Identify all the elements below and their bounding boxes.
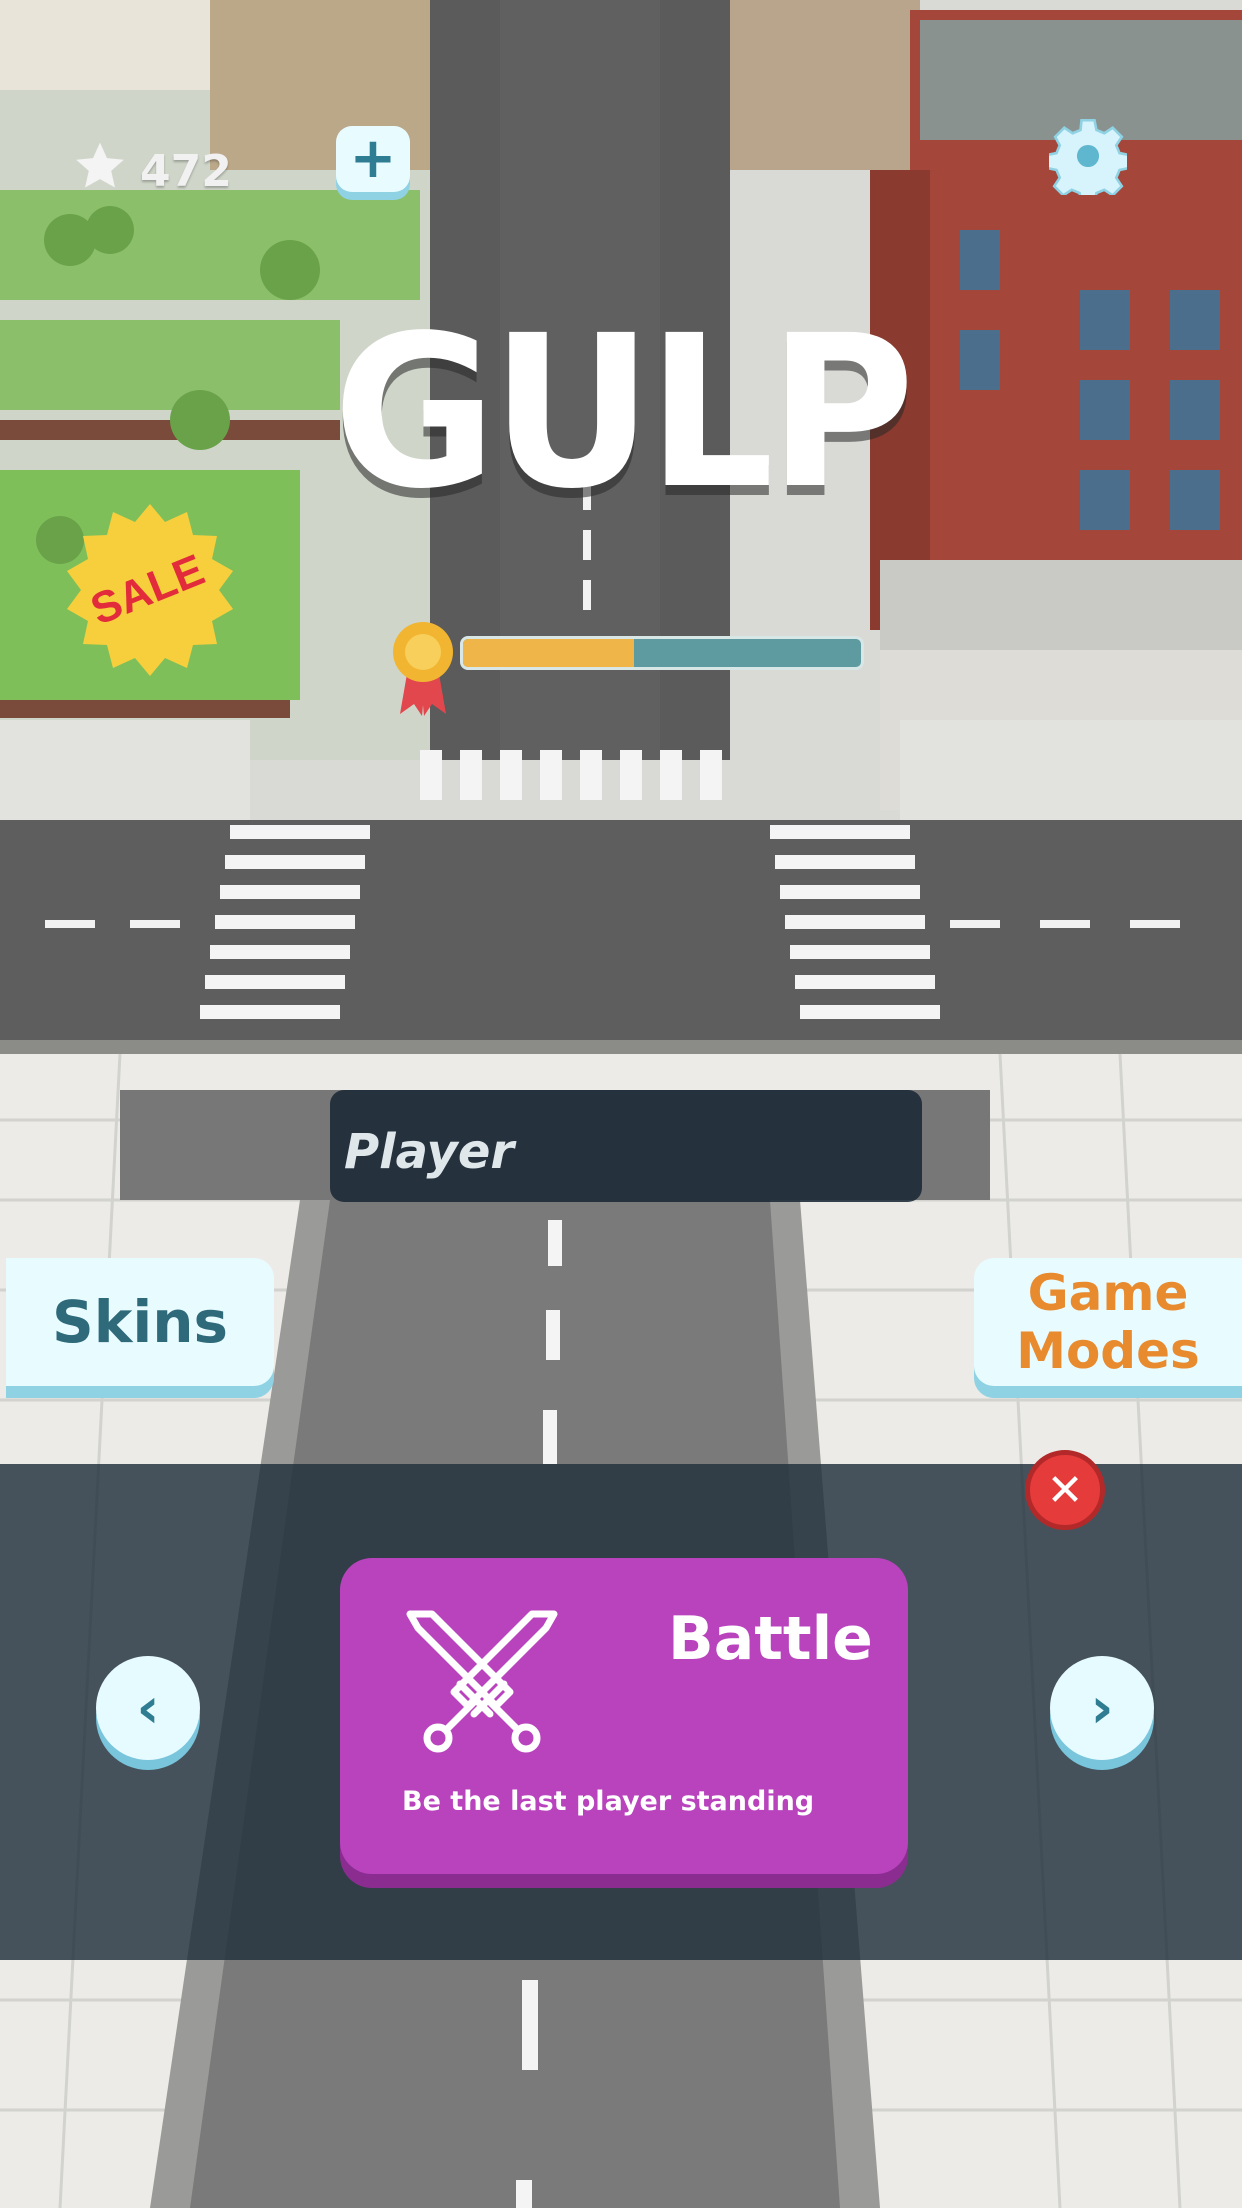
game-modes-button[interactable]: Game Modes [974, 1258, 1242, 1386]
crossed-swords-icon [392, 1604, 572, 1764]
star-icon [72, 138, 128, 205]
chevron-right-icon: › [1090, 1675, 1114, 1741]
next-mode-button[interactable]: › [1050, 1656, 1154, 1760]
medal-icon [390, 618, 456, 718]
previous-mode-button[interactable]: ‹ [96, 1656, 200, 1760]
coin-counter: 472 [72, 138, 232, 205]
mode-title: Battle [668, 1604, 873, 1674]
gear-icon [1045, 117, 1131, 205]
progress-fill [463, 639, 635, 667]
sale-badge[interactable]: SALE [60, 500, 240, 680]
game-title: GULP [332, 290, 915, 535]
game-modes-label-line1: Game [1027, 1264, 1189, 1322]
add-coins-button[interactable]: + [336, 126, 410, 192]
mode-description: Be the last player standing [402, 1786, 815, 1817]
settings-button[interactable] [1045, 117, 1131, 205]
close-icon: ✕ [1046, 1464, 1084, 1516]
chevron-left-icon: ‹ [136, 1675, 160, 1741]
player-name: Player [344, 1124, 515, 1180]
game-modes-label-line2: Modes [1016, 1322, 1200, 1380]
level-progress-bar [460, 636, 864, 670]
coin-count: 472 [140, 146, 232, 197]
skins-button[interactable]: Skins [6, 1258, 274, 1386]
skins-label: Skins [51, 1288, 229, 1356]
close-button[interactable]: ✕ [1025, 1450, 1105, 1530]
